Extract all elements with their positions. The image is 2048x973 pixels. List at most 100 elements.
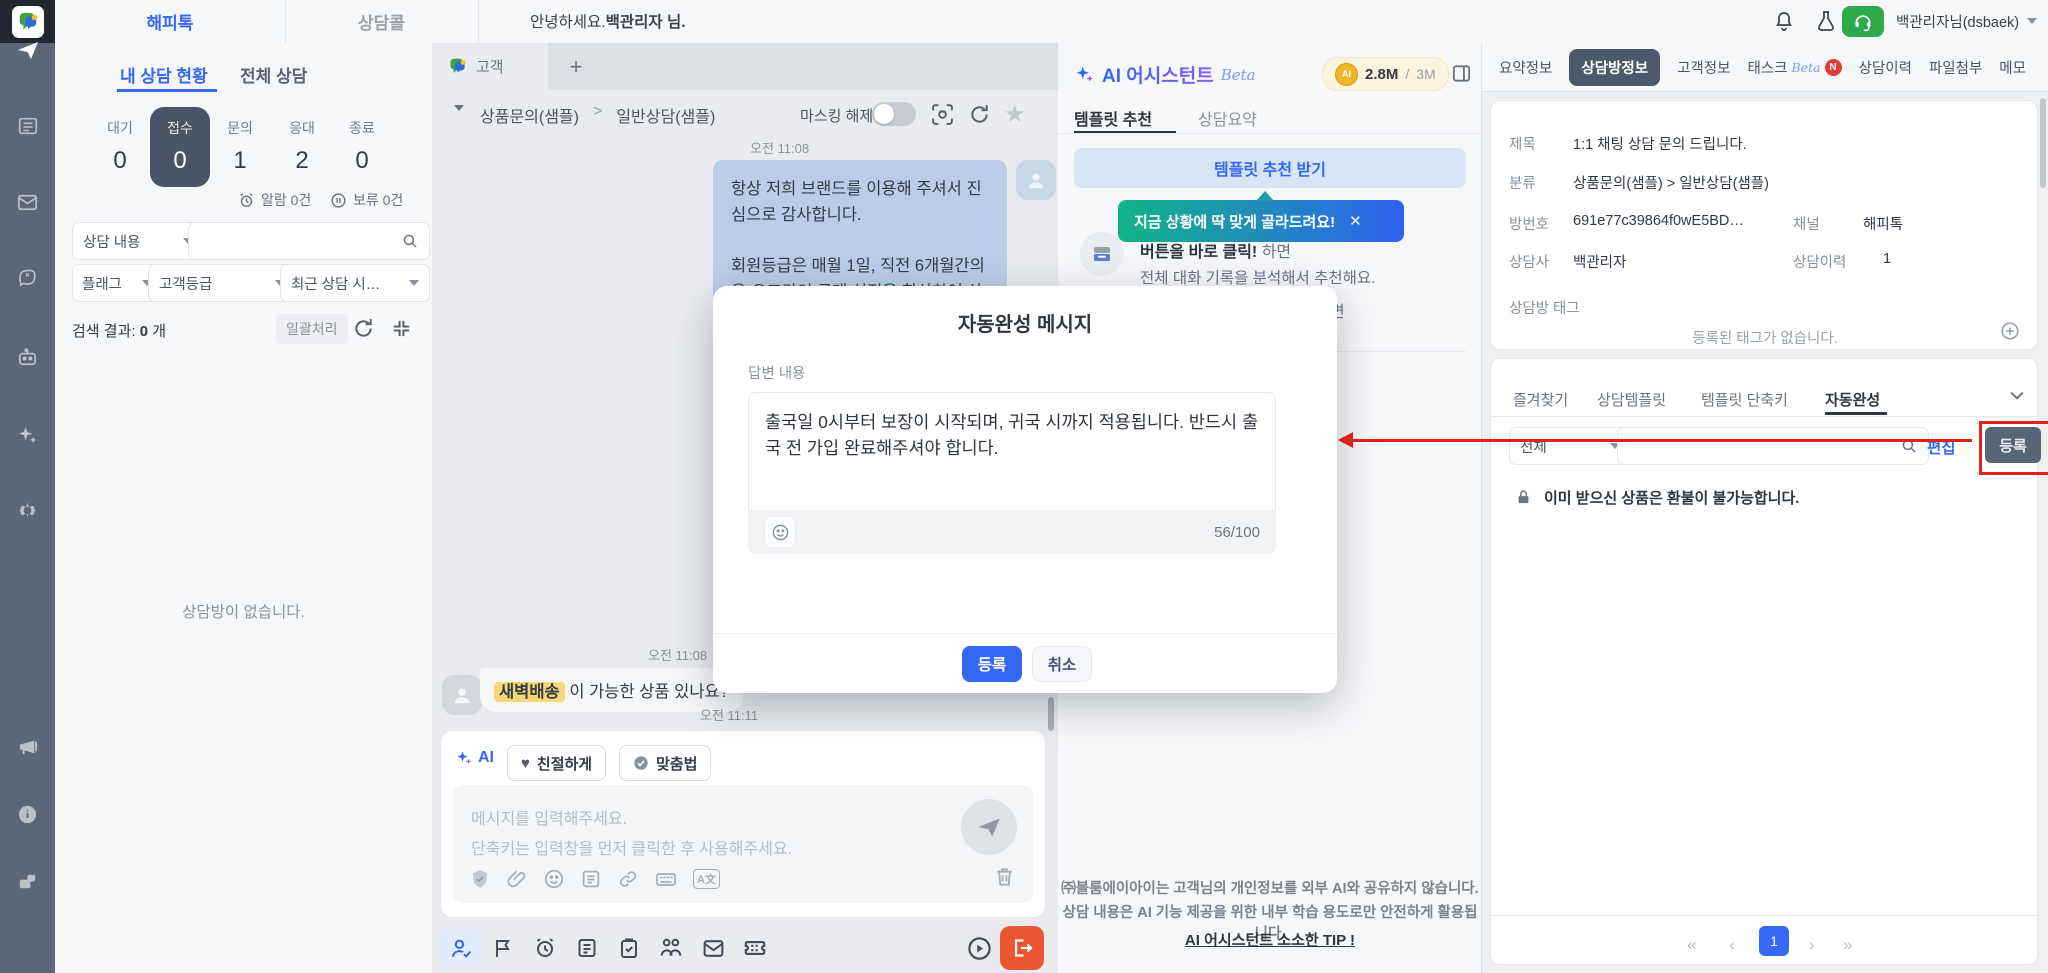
collapse-icon[interactable] xyxy=(390,317,413,340)
sidebar-send-icon[interactable] xyxy=(0,30,55,70)
sidebar-megaphone-icon[interactable] xyxy=(0,726,55,766)
send-mail-icon[interactable] xyxy=(692,936,734,961)
emoji-icon[interactable] xyxy=(543,868,565,890)
autocomplete-filter-select[interactable]: 전체 xyxy=(1509,427,1631,465)
flask-icon[interactable] xyxy=(1814,9,1838,33)
tab-task[interactable]: 태스크 Beta N xyxy=(1747,57,1842,78)
close-icon[interactable]: ✕ xyxy=(1349,212,1362,230)
hold-count[interactable]: 보류 0건 xyxy=(330,190,403,210)
sidebar-compose-icon[interactable] xyxy=(0,257,55,297)
tab-autocomplete[interactable]: 자동완성 xyxy=(1825,389,1880,410)
spellcheck-button[interactable]: 맞춤법 xyxy=(619,745,712,781)
panel-collapse-icon[interactable] xyxy=(1450,62,1473,85)
tab-customer-info[interactable]: 고객정보 xyxy=(1677,57,1730,78)
reminder-icon[interactable] xyxy=(524,936,566,960)
tab-counsel-call[interactable]: 상담콜 xyxy=(285,0,478,42)
counter-waiting[interactable]: 대기 0 xyxy=(95,118,145,175)
info-panel-scrollbar[interactable] xyxy=(2040,98,2046,188)
chat-tab-customer[interactable]: 고객 xyxy=(432,43,548,90)
collapse-thread-icon[interactable] xyxy=(454,105,464,129)
shield-check-icon[interactable] xyxy=(469,868,491,890)
autocomplete-search-input[interactable] xyxy=(1617,427,1929,465)
coupon-icon[interactable] xyxy=(734,935,776,961)
tab-counsel-history[interactable]: 상담이력 xyxy=(1859,57,1912,78)
tab-my-counsel[interactable]: 내 상담 현황 xyxy=(120,62,208,87)
trash-icon[interactable] xyxy=(993,865,1016,888)
assign-agent-icon[interactable] xyxy=(440,929,482,967)
autocomplete-item[interactable]: 이미 받으신 상품은 환불이 불가능합니다. xyxy=(1515,487,1799,508)
tab-happytalk[interactable]: 해피톡 xyxy=(55,0,285,42)
translate-icon[interactable]: A文 xyxy=(693,869,720,889)
tab-counsel-summary[interactable]: 상담요약 xyxy=(1198,106,1257,130)
masking-toggle[interactable] xyxy=(872,102,916,126)
counter-responding[interactable]: 응대 2 xyxy=(277,118,327,175)
add-tag-icon[interactable] xyxy=(1999,320,2021,342)
tab-counsel-template[interactable]: 상담템플릿 xyxy=(1597,389,1666,410)
alarm-count[interactable]: 알람 0건 xyxy=(238,190,311,210)
page-last-button[interactable]: » xyxy=(1843,935,1852,955)
tab-summary-info[interactable]: 요약정보 xyxy=(1499,57,1552,78)
breadcrumb[interactable]: 상품문의(샘플) > 일반상담(샘플) xyxy=(480,103,715,127)
counter-received[interactable]: 접수 0 xyxy=(155,118,205,175)
tab-room-info[interactable]: 상담방정보 xyxy=(1569,48,1661,86)
message-input[interactable]: 메시지를 입력해주세요. 단축키는 입력창을 먼저 클릭한 후 사용해주세요. … xyxy=(453,785,1033,903)
note-icon[interactable] xyxy=(566,936,608,960)
page-prev-button[interactable]: ‹ xyxy=(1729,935,1735,955)
ai-kind-button[interactable]: ♥ 친절하게 xyxy=(507,745,607,781)
headset-status-button[interactable] xyxy=(1842,6,1884,37)
tab-memo[interactable]: 메모 xyxy=(1999,57,2026,78)
sidebar-rooms-icon[interactable] xyxy=(0,862,55,902)
tab-template-recommend[interactable]: 템플릿 추천 xyxy=(1074,106,1152,130)
sidebar-robot-icon[interactable] xyxy=(0,337,55,377)
link-icon[interactable] xyxy=(617,868,639,890)
lock-icon xyxy=(1515,489,1532,506)
bulk-action-button[interactable]: 일괄처리 xyxy=(276,314,348,344)
template-list-icon[interactable] xyxy=(580,868,602,890)
modal-cancel-button[interactable]: 취소 xyxy=(1032,646,1092,682)
history-count-value: 1 xyxy=(1883,251,1892,267)
page-number-button[interactable]: 1 xyxy=(1759,926,1789,956)
tab-template-shortcut[interactable]: 템플릿 단축키 xyxy=(1701,389,1788,410)
room-number-value[interactable]: 691e77c39864f0wE5BD… xyxy=(1573,213,1744,229)
keyboard-icon[interactable] xyxy=(654,867,678,891)
chevron-down-icon[interactable] xyxy=(2007,385,2027,405)
refresh-chat-icon[interactable] xyxy=(968,103,991,126)
refresh-icon[interactable] xyxy=(352,317,375,340)
filter-recent-select[interactable]: 최근 상담 시… xyxy=(280,264,430,302)
emoji-picker-button[interactable] xyxy=(764,516,796,548)
counter-inquiry[interactable]: 문의 1 xyxy=(215,118,265,175)
chat-scrollbar[interactable] xyxy=(1048,697,1054,731)
search-category-select[interactable]: 상담 내용 xyxy=(72,222,204,260)
invite-agents-icon[interactable] xyxy=(650,935,692,961)
template-recommend-button[interactable]: 템플릿 추천 받기 xyxy=(1074,148,1466,188)
ai-badge[interactable]: AI xyxy=(455,749,494,767)
attachment-icon[interactable] xyxy=(506,868,528,890)
tab-file-attach[interactable]: 파일첨부 xyxy=(1929,57,1982,78)
send-button[interactable] xyxy=(961,799,1017,855)
page-first-button[interactable]: « xyxy=(1687,935,1696,955)
user-menu[interactable]: 백관리자님(dsbaek) xyxy=(1896,0,2038,42)
room-info-panel: 요약정보 상담방정보 고객정보 태스크 Beta N 상담이력 파일첨부 메모 … xyxy=(1482,43,2048,973)
modal-submit-button[interactable]: 등록 xyxy=(962,646,1022,682)
sidebar-mail-icon[interactable] xyxy=(0,182,55,222)
sidebar-ai-sparkle-icon[interactable] xyxy=(0,415,55,455)
page-next-button[interactable]: › xyxy=(1809,935,1815,955)
sidebar-settings-icon[interactable] xyxy=(0,490,55,530)
leave-room-button[interactable] xyxy=(1000,926,1044,970)
bell-icon[interactable] xyxy=(1772,9,1796,33)
filter-grade-select[interactable]: 고객등급 xyxy=(148,264,296,302)
task-clipboard-icon[interactable] xyxy=(608,936,650,960)
add-tab-button[interactable]: + xyxy=(560,51,592,83)
sidebar-info-icon[interactable] xyxy=(0,794,55,834)
star-icon[interactable]: ★ xyxy=(1004,100,1026,129)
play-history-icon[interactable] xyxy=(958,935,1000,962)
counter-closed[interactable]: 종료 0 xyxy=(337,118,387,175)
answer-textarea[interactable]: 출국일 0시부터 보장이 시작되며, 귀국 시까지 적용됩니다. 반드시 출국 … xyxy=(748,392,1276,510)
capture-icon[interactable] xyxy=(930,102,955,127)
ai-tip-link[interactable]: AI 어시스턴트 소소한 TIP ! xyxy=(1058,929,1482,950)
search-input[interactable] xyxy=(188,222,430,260)
tab-favorites[interactable]: 즐겨찾기 xyxy=(1513,389,1568,410)
sidebar-list-icon[interactable] xyxy=(0,106,55,146)
tab-all-counsel[interactable]: 전체 상담 xyxy=(240,62,307,87)
flag-icon[interactable] xyxy=(482,936,524,960)
